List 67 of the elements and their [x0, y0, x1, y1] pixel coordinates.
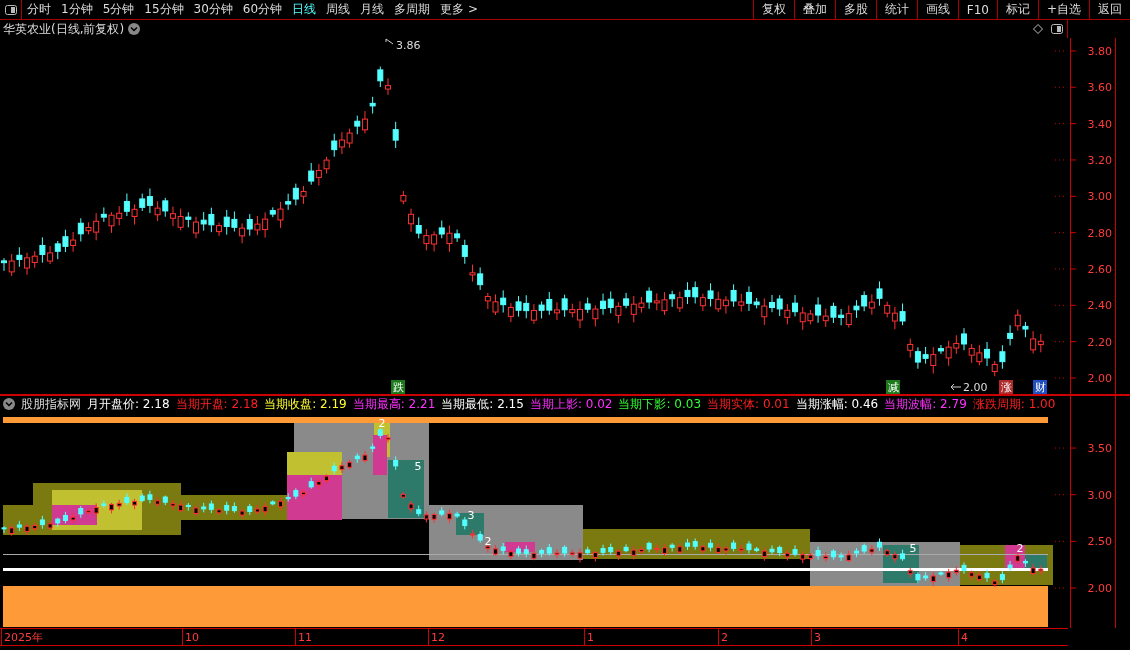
axis-label: 2.40 — [1087, 299, 1112, 313]
period-tab[interactable]: 15分钟 — [139, 0, 189, 19]
box-label: 5 — [414, 460, 422, 473]
indicator-value: 当期收盘: 2.19 — [264, 395, 347, 413]
indicator-value: 月开盘价: 2.18 — [87, 395, 170, 413]
toolbar-button[interactable]: 统计 — [875, 0, 917, 19]
axis-label: 3.50 — [1087, 442, 1112, 456]
toolbar-button[interactable]: 复权 — [752, 0, 794, 19]
indicator-value: 当期下影: 0.03 — [618, 395, 702, 413]
indicator-value: 当期涨幅: 0.46 — [795, 395, 879, 413]
axis-label: 2.50 — [1087, 535, 1112, 549]
time-label: 10 — [185, 631, 199, 644]
indicator-value: 当期实体: 0.01 — [707, 395, 790, 413]
time-label: 11 — [298, 631, 312, 644]
box-label: 5 — [909, 542, 917, 555]
period-tab[interactable]: 分时 — [22, 0, 56, 19]
period-tab[interactable]: 日线 — [287, 0, 322, 19]
stock-title: 华英农业(日线,前复权) — [3, 20, 125, 38]
toolbar-button[interactable]: 画线 — [916, 0, 958, 19]
axis-label: 3.00 — [1087, 190, 1112, 204]
indicator-value: 当期最高: 2.21 — [352, 395, 436, 413]
low-price-label: 2.00 — [963, 381, 988, 394]
indicator-name: 股朋指标网 — [21, 395, 81, 413]
indicator-value: 当期开盘: 2.18 — [175, 395, 259, 413]
time-label: 12 — [431, 631, 445, 644]
box-label: 3 — [467, 509, 475, 522]
axis-label: 3.60 — [1087, 81, 1112, 95]
axis-label: 3.80 — [1087, 44, 1112, 58]
indicator-value: 当期波幅: 2.79 — [884, 395, 967, 413]
event-marker[interactable]: 财 — [1033, 380, 1047, 394]
high-price-label: 3.86 — [396, 39, 421, 52]
indicator-value: 涨跌周期: 1.00 — [972, 395, 1056, 413]
event-marker[interactable]: 跌 — [391, 380, 405, 394]
box-label: 2 — [1016, 542, 1024, 555]
toolbar-button[interactable]: 返回 — [1089, 0, 1130, 19]
period-tab[interactable]: 多周期 — [389, 0, 436, 19]
axis-label: 2.80 — [1087, 226, 1112, 240]
axis-label: 2.00 — [1087, 372, 1112, 385]
axis-label: 3.40 — [1087, 117, 1112, 131]
event-marker[interactable]: 减 — [886, 380, 900, 394]
toolbar-button[interactable]: 多股 — [834, 0, 876, 19]
period-tab[interactable]: 5分钟 — [97, 0, 140, 19]
time-label: 3 — [814, 631, 821, 644]
period-tab[interactable]: 60分钟 — [237, 0, 288, 19]
period-tab[interactable]: 周线 — [321, 0, 356, 19]
box-label: 2 — [378, 417, 386, 430]
indicator-value: 当期最低: 2.15 — [441, 395, 524, 413]
axis-label: 3.20 — [1087, 153, 1112, 167]
indicator-value: 当期上影: 0.02 — [529, 395, 613, 413]
period-tab[interactable]: 30分钟 — [188, 0, 238, 19]
time-label: 1 — [587, 631, 594, 644]
toolbar-button[interactable]: 标记 — [996, 0, 1038, 19]
period-tab[interactable]: 1分钟 — [56, 0, 98, 19]
time-label: 2 — [721, 631, 728, 644]
toolbar-button[interactable]: F10 — [957, 0, 997, 19]
axis-label: 2.60 — [1087, 263, 1112, 276]
period-tab[interactable]: 更多 > — [435, 0, 483, 19]
period-tab[interactable]: 月线 — [355, 0, 390, 19]
time-label: 4 — [961, 631, 968, 644]
box-label: 2 — [484, 535, 492, 548]
axis-label: 2.20 — [1087, 335, 1112, 349]
toolbar-button[interactable]: +自选 — [1037, 0, 1089, 19]
axis-label: 2.00 — [1087, 582, 1112, 595]
toolbar-button[interactable]: 叠加 — [793, 0, 835, 19]
event-marker[interactable]: 涨 — [999, 380, 1013, 394]
time-label: 2025年 — [4, 631, 43, 644]
axis-label: 3.00 — [1087, 488, 1112, 502]
